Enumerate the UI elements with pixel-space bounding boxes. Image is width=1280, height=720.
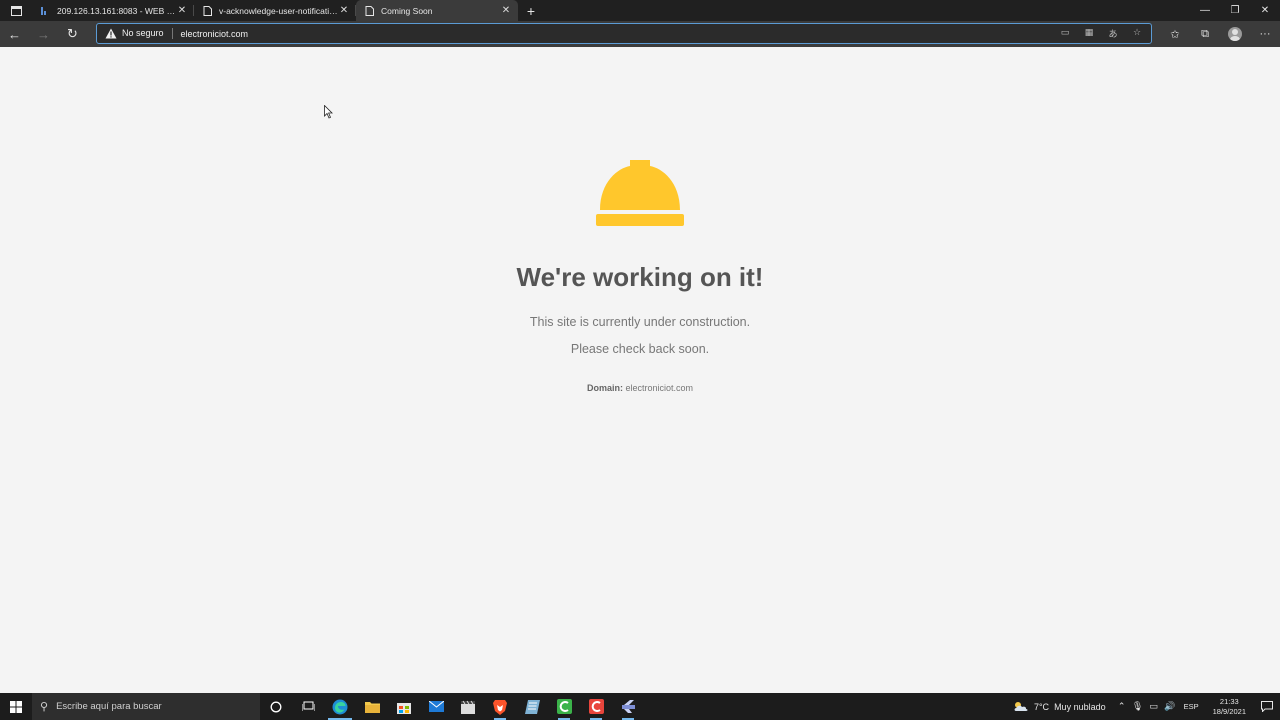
task-view-icon: [301, 701, 315, 711]
network-icon[interactable]: ▭: [1146, 701, 1162, 712]
domain-value: electroniciot.com: [625, 383, 694, 393]
windows-logo-icon: [10, 700, 22, 713]
browser-toolbar: ← → ↻ No seguro electroniciot.com ▭ ▦ あ …: [0, 21, 1280, 47]
refresh-icon: ↻: [67, 26, 78, 41]
notification-icon: [1261, 701, 1273, 712]
construction-message: This site is currently under constructio…: [529, 315, 751, 329]
collections-icon[interactable]: ⧉: [1190, 21, 1220, 47]
minimize-icon[interactable]: —: [1190, 0, 1220, 21]
clapperboard-icon: [461, 700, 475, 714]
tab-2[interactable]: v-acknowledge-user-notification ✕: [194, 0, 356, 21]
tab-title: v-acknowledge-user-notification: [219, 5, 338, 16]
tab-title: Coming Soon: [381, 5, 433, 16]
taskbar-video-editor[interactable]: [452, 693, 484, 720]
taskbar-search[interactable]: ⚲ Escribe aquí para buscar: [32, 693, 260, 720]
avatar-icon: [1228, 27, 1242, 41]
code-editor-icon: [556, 699, 572, 714]
tab-close-icon[interactable]: ✕: [500, 5, 512, 16]
edge-browser-icon: [332, 699, 348, 714]
task-view-button[interactable]: [292, 693, 324, 720]
domain-label: Domain:: [586, 383, 623, 393]
weather-temperature: 7°C: [1033, 701, 1050, 712]
taskbar-brave[interactable]: [484, 693, 516, 720]
forward-button[interactable]: →: [29, 21, 58, 47]
tab-actions-button[interactable]: [0, 0, 32, 21]
taskbar-notes-app[interactable]: [516, 693, 548, 720]
warning-icon: [105, 28, 117, 39]
page-icon: [364, 5, 374, 16]
mouse-cursor-icon: [324, 105, 333, 119]
chart-favicon-icon: [40, 6, 50, 16]
new-tab-button[interactable]: +: [518, 0, 544, 21]
security-label[interactable]: No seguro: [122, 28, 173, 39]
tab-title: 209.126.13.161:8083 - WEB - Pan: [57, 5, 176, 16]
taskbar-store[interactable]: [388, 693, 420, 720]
cloud-sun-icon: [1014, 702, 1028, 711]
check-back-message: Please check back soon.: [570, 342, 710, 356]
folder-icon: [364, 701, 380, 713]
cortana-button[interactable]: [260, 693, 292, 720]
profile-button[interactable]: [1220, 21, 1250, 47]
tab-strip: 209.126.13.161:8083 - WEB - Pan ✕ v-ackn…: [0, 0, 1280, 21]
domain-info: Domain: electroniciot.com: [0, 383, 1280, 393]
ide-c-icon: [588, 699, 604, 714]
clock-time: 21:33: [1219, 696, 1239, 706]
chevron-up-icon[interactable]: ⌃: [1114, 701, 1130, 712]
refresh-button[interactable]: ↻: [58, 21, 87, 47]
tab-close-icon[interactable]: ✕: [338, 5, 350, 16]
app-available-icon[interactable]: ▭: [1057, 27, 1073, 40]
url-text[interactable]: electroniciot.com: [173, 29, 249, 39]
volume-icon[interactable]: 🔊: [1162, 701, 1178, 712]
restore-icon[interactable]: ❐: [1220, 0, 1250, 21]
search-placeholder: Escribe aquí para buscar: [56, 701, 162, 712]
tab-close-icon[interactable]: ✕: [176, 5, 188, 16]
favorites-icon[interactable]: ✩: [1160, 21, 1190, 47]
back-button[interactable]: ←: [0, 21, 29, 47]
network-tool-icon: [621, 700, 635, 713]
more-options-icon[interactable]: ···: [1250, 21, 1280, 47]
taskbar-code-editor[interactable]: [548, 693, 580, 720]
weather-description: Muy nublado: [1054, 701, 1106, 712]
tab-actions-icon: [10, 5, 22, 16]
add-favorite-icon[interactable]: ☆: [1129, 27, 1145, 40]
search-icon: ⚲: [40, 701, 49, 713]
taskbar-network-tool[interactable]: [612, 693, 644, 720]
cortana-icon: [270, 701, 282, 712]
brave-lion-icon: [493, 699, 507, 715]
page-heading: We're working on it!: [516, 262, 764, 292]
microphone-icon[interactable]: 🎙: [1130, 701, 1146, 712]
taskbar-file-explorer[interactable]: [356, 693, 388, 720]
toolbar-right: ✩ ⧉ ···: [1160, 21, 1280, 47]
system-tray: 7°C Muy nublado ⌃ 🎙 ▭ 🔊 ESP 21:33 18/9/2…: [1005, 693, 1280, 720]
taskbar-edge[interactable]: [324, 693, 356, 720]
store-bag-icon: [397, 702, 411, 714]
weather-widget[interactable]: 7°C Muy nublado: [1005, 701, 1114, 712]
qr-code-icon[interactable]: ▦: [1081, 27, 1097, 40]
tab-3[interactable]: Coming Soon ✕: [356, 0, 518, 21]
mail-icon: [428, 701, 444, 712]
notes-app-icon: [524, 699, 540, 714]
taskbar-mail[interactable]: [420, 693, 452, 720]
window-controls: — ❐ ✕: [1190, 0, 1280, 21]
tab-1[interactable]: 209.126.13.161:8083 - WEB - Pan ✕: [32, 0, 194, 21]
clock-date: 18/9/2021: [1212, 706, 1246, 716]
read-aloud-icon[interactable]: あ: [1105, 27, 1121, 40]
forward-arrow-icon: →: [37, 26, 50, 42]
close-window-icon[interactable]: ✕: [1250, 0, 1280, 21]
clock[interactable]: 21:33 18/9/2021: [1205, 697, 1254, 717]
start-button[interactable]: [0, 693, 32, 720]
hard-hat-icon: [596, 160, 684, 226]
language-indicator[interactable]: ESP: [1178, 702, 1205, 711]
taskbar: ⚲ Escribe aquí para buscar 7°C Muy nubla…: [0, 693, 1280, 720]
address-bar-icons: ▭ ▦ あ ☆: [1057, 27, 1151, 40]
taskbar-ide[interactable]: [580, 693, 612, 720]
address-bar[interactable]: No seguro electroniciot.com ▭ ▦ あ ☆: [96, 23, 1152, 44]
page-content: We're working on it! This site is curren…: [0, 47, 1280, 693]
back-arrow-icon: ←: [8, 26, 21, 42]
notification-center-button[interactable]: [1254, 701, 1280, 712]
page-icon: [202, 5, 212, 16]
